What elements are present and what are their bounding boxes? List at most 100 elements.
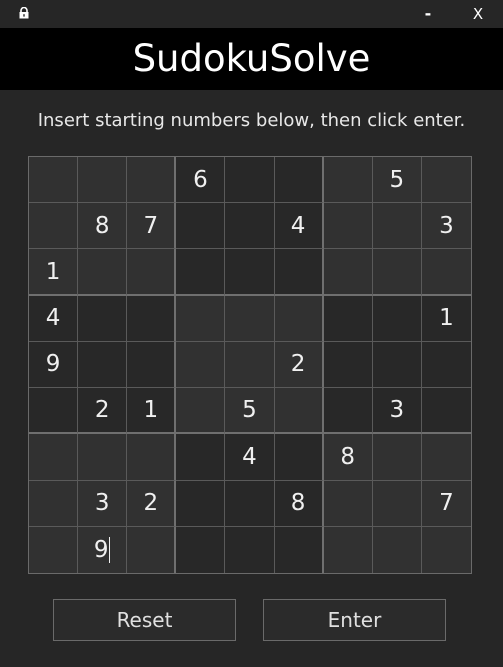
sudoku-cell-r2-c5[interactable] [225, 203, 275, 250]
sudoku-cell-r5-c2[interactable] [78, 341, 128, 389]
sudoku-cell-r1-c7[interactable] [323, 157, 373, 204]
sudoku-cell-r6-c4[interactable] [176, 388, 226, 435]
sudoku-cell-r3-c2[interactable] [78, 249, 128, 296]
sudoku-grid: 6 5 8 7 4 3 1 4 1 9 2 2 1 5 3 4 8 3 2 8 7 9 [28, 156, 472, 574]
sudoku-cell-r2-c3[interactable]: 7 [127, 203, 177, 250]
sudoku-cell-r7-c1[interactable] [29, 434, 79, 481]
sudoku-cell-r8-c6[interactable]: 8 [274, 480, 324, 527]
sudoku-cell-r3-c3[interactable] [127, 249, 177, 296]
sudoku-cell-r8-c7[interactable] [323, 480, 373, 527]
sudoku-cell-r9-c9[interactable] [421, 526, 471, 573]
cell-value: 7 [439, 490, 454, 517]
reset-button[interactable]: Reset [53, 599, 236, 641]
cell-value: 9 [93, 536, 109, 563]
sudoku-cell-r2-c4[interactable] [176, 203, 226, 250]
sudoku-cell-r2-c9[interactable]: 3 [421, 203, 471, 250]
sudoku-cell-r6-c1[interactable] [29, 388, 79, 435]
sudoku-cell-r4-c2[interactable] [78, 295, 128, 342]
cell-value: 7 [143, 212, 159, 239]
sudoku-cell-r8-c2[interactable]: 3 [78, 480, 128, 527]
sudoku-cell-r4-c3[interactable] [127, 295, 177, 342]
cell-value: 2 [290, 351, 306, 378]
enter-button[interactable]: Enter [263, 599, 446, 641]
sudoku-cell-r6-c6[interactable] [274, 388, 324, 435]
cell-value: 8 [94, 212, 110, 239]
cell-value: 9 [45, 351, 61, 378]
sudoku-cell-r1-c5[interactable] [225, 157, 275, 204]
sudoku-cell-r6-c7[interactable] [323, 388, 373, 435]
sudoku-cell-r5-c6[interactable]: 2 [274, 341, 324, 389]
sudoku-cell-r1-c1[interactable] [29, 157, 79, 204]
sudoku-cell-r2-c8[interactable] [372, 203, 422, 250]
sudoku-cell-r6-c2[interactable]: 2 [78, 388, 128, 435]
cell-value: 6 [193, 166, 208, 193]
sudoku-cell-r9-c5[interactable] [225, 526, 275, 573]
sudoku-cell-r4-c5[interactable] [225, 295, 275, 342]
sudoku-cell-r9-c4[interactable] [176, 526, 226, 573]
sudoku-cell-r5-c4[interactable] [176, 341, 226, 389]
cell-value: 1 [439, 305, 454, 332]
sudoku-cell-r4-c1[interactable]: 4 [29, 295, 79, 342]
sudoku-cell-r3-c1[interactable]: 1 [29, 249, 79, 296]
sudoku-cell-r7-c5[interactable]: 4 [225, 434, 275, 481]
sudoku-cell-r8-c1[interactable] [29, 480, 79, 527]
sudoku-cell-r1-c8[interactable]: 5 [372, 157, 422, 204]
sudoku-cell-r1-c6[interactable] [274, 157, 324, 204]
sudoku-cell-r4-c4[interactable] [176, 295, 226, 342]
sudoku-cell-r9-c8[interactable] [372, 526, 422, 573]
sudoku-cell-r9-c3[interactable] [127, 526, 177, 573]
sudoku-cell-r6-c5[interactable]: 5 [225, 388, 275, 435]
sudoku-cell-r4-c8[interactable] [372, 295, 422, 342]
sudoku-cell-r4-c9[interactable]: 1 [421, 295, 471, 342]
sudoku-cell-r1-c3[interactable] [127, 157, 177, 204]
sudoku-cell-r7-c3[interactable] [127, 434, 177, 481]
cell-value: 4 [45, 305, 61, 332]
sudoku-cell-r8-c8[interactable] [372, 480, 422, 527]
sudoku-cell-r3-c5[interactable] [225, 249, 275, 296]
sudoku-cell-r4-c7[interactable] [323, 295, 373, 342]
sudoku-cell-r2-c2[interactable]: 8 [78, 203, 128, 250]
sudoku-cell-r7-c2[interactable] [78, 434, 128, 481]
sudoku-cell-r2-c7[interactable] [323, 203, 373, 250]
sudoku-cell-r5-c8[interactable] [372, 341, 422, 389]
cell-value: 5 [242, 397, 257, 424]
sudoku-cell-r7-c9[interactable] [421, 434, 471, 481]
sudoku-cell-r6-c3[interactable]: 1 [127, 388, 177, 435]
sudoku-cell-r3-c6[interactable] [274, 249, 324, 296]
minimize-button[interactable]: - [408, 0, 448, 28]
sudoku-cell-r8-c9[interactable]: 7 [421, 480, 471, 527]
sudoku-cell-r9-c6[interactable] [274, 526, 324, 573]
sudoku-cell-r7-c4[interactable] [176, 434, 226, 481]
sudoku-cell-r3-c7[interactable] [323, 249, 373, 296]
sudoku-cell-r5-c1[interactable]: 9 [29, 341, 79, 389]
sudoku-cell-r5-c9[interactable] [421, 341, 471, 389]
sudoku-cell-r1-c4[interactable]: 6 [176, 157, 226, 204]
sudoku-cell-r3-c9[interactable] [421, 249, 471, 296]
sudoku-cell-r3-c8[interactable] [372, 249, 422, 296]
sudoku-cell-r9-c1[interactable] [29, 526, 79, 573]
sudoku-cell-r7-c7[interactable]: 8 [323, 434, 373, 481]
sudoku-cell-r1-c9[interactable] [421, 157, 471, 204]
app-title: SudokuSolve [132, 37, 371, 80]
text-caret [109, 536, 111, 563]
sudoku-cell-r5-c7[interactable] [323, 341, 373, 389]
sudoku-cell-r2-c6[interactable]: 4 [274, 203, 324, 250]
sudoku-cell-r5-c3[interactable] [127, 341, 177, 389]
sudoku-cell-r9-c7[interactable] [323, 526, 373, 573]
sudoku-cell-r9-c2[interactable]: 9 [78, 526, 128, 573]
sudoku-cell-r6-c9[interactable] [421, 388, 471, 435]
sudoku-cell-r1-c2[interactable] [78, 157, 128, 204]
close-button[interactable]: X [458, 0, 498, 28]
sudoku-cell-r5-c5[interactable] [225, 341, 275, 389]
sudoku-cell-r8-c5[interactable] [225, 480, 275, 527]
sudoku-cell-r8-c3[interactable]: 2 [127, 480, 177, 527]
cell-value: 1 [143, 397, 159, 424]
cell-value: 5 [389, 166, 405, 193]
sudoku-cell-r3-c4[interactable] [176, 249, 226, 296]
sudoku-cell-r8-c4[interactable] [176, 480, 226, 527]
sudoku-cell-r7-c8[interactable] [372, 434, 422, 481]
sudoku-cell-r7-c6[interactable] [274, 434, 324, 481]
sudoku-cell-r2-c1[interactable] [29, 203, 79, 250]
sudoku-cell-r4-c6[interactable] [274, 295, 324, 342]
sudoku-cell-r6-c8[interactable]: 3 [372, 388, 422, 435]
